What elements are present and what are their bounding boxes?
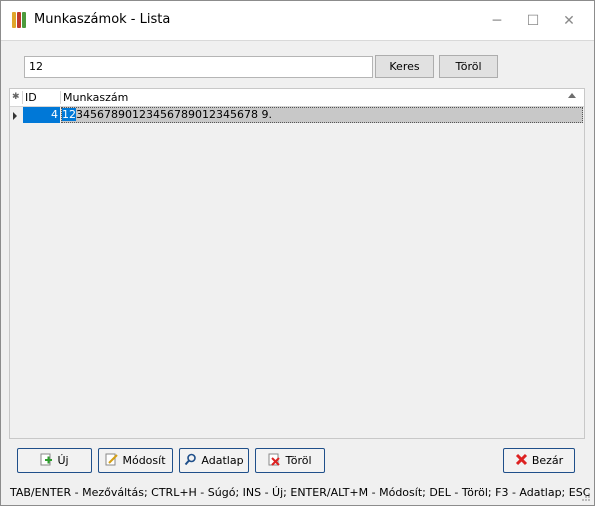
- minimize-button[interactable]: ─: [480, 9, 514, 33]
- modify-button[interactable]: Módosít: [98, 448, 173, 473]
- title-divider: [1, 40, 594, 41]
- delete-icon: [268, 451, 281, 466]
- close-window-button[interactable]: ✕: [552, 9, 586, 33]
- munkaszam-list-window: Munkaszámok - Lista ─ ☐ ✕ Keres Töröl ✱ …: [0, 0, 595, 506]
- clear-search-button[interactable]: Töröl: [439, 55, 498, 78]
- maximize-button[interactable]: ☐: [516, 9, 550, 33]
- resize-grip-icon[interactable]: [581, 492, 591, 502]
- add-icon: [40, 451, 53, 466]
- close-button[interactable]: Bezár: [503, 448, 575, 473]
- status-bar: TAB/ENTER - Mezőváltás; CTRL+H - Súgó; I…: [1, 481, 594, 505]
- search-button[interactable]: Keres: [375, 55, 434, 78]
- datasheet-button-label: Adatlap: [201, 454, 244, 467]
- magnifier-icon: [184, 451, 197, 466]
- header-marker-icon: ✱: [12, 92, 20, 102]
- table-row[interactable]: 4 1234567890123456789012345678 9.: [10, 107, 584, 124]
- search-input[interactable]: [24, 56, 373, 78]
- close-button-label: Bezár: [531, 454, 564, 467]
- datasheet-button[interactable]: Adatlap: [179, 448, 249, 473]
- edit-icon: [105, 451, 119, 466]
- column-header-munkaszam[interactable]: Munkaszám: [63, 89, 128, 106]
- modify-button-label: Módosít: [122, 454, 166, 467]
- grid-header: ✱ ID Munkaszám: [10, 89, 584, 107]
- row-indicator: [10, 107, 22, 124]
- new-button[interactable]: Új: [17, 448, 92, 473]
- window-title: Munkaszámok - Lista: [34, 12, 171, 27]
- app-icon: [12, 12, 28, 29]
- cell-munkaszam-rest: 34567890123456789012345678 9.: [76, 108, 272, 121]
- munkaszam-grid[interactable]: ✱ ID Munkaszám 4 12345678901234567890123…: [9, 88, 585, 439]
- title-bar[interactable]: Munkaszámok - Lista ─ ☐ ✕: [1, 1, 594, 40]
- current-row-arrow-icon: [13, 112, 17, 120]
- cell-munkaszam[interactable]: 1234567890123456789012345678 9.: [61, 107, 583, 123]
- sort-ascending-icon[interactable]: [568, 93, 576, 98]
- column-header-id[interactable]: ID: [25, 89, 37, 106]
- search-match-highlight: 12: [62, 108, 76, 121]
- delete-button-label: Töröl: [285, 454, 312, 467]
- new-button-label: Új: [57, 454, 69, 467]
- close-x-icon: [515, 451, 528, 466]
- delete-button[interactable]: Töröl: [255, 448, 325, 473]
- cell-id[interactable]: 4: [23, 107, 60, 123]
